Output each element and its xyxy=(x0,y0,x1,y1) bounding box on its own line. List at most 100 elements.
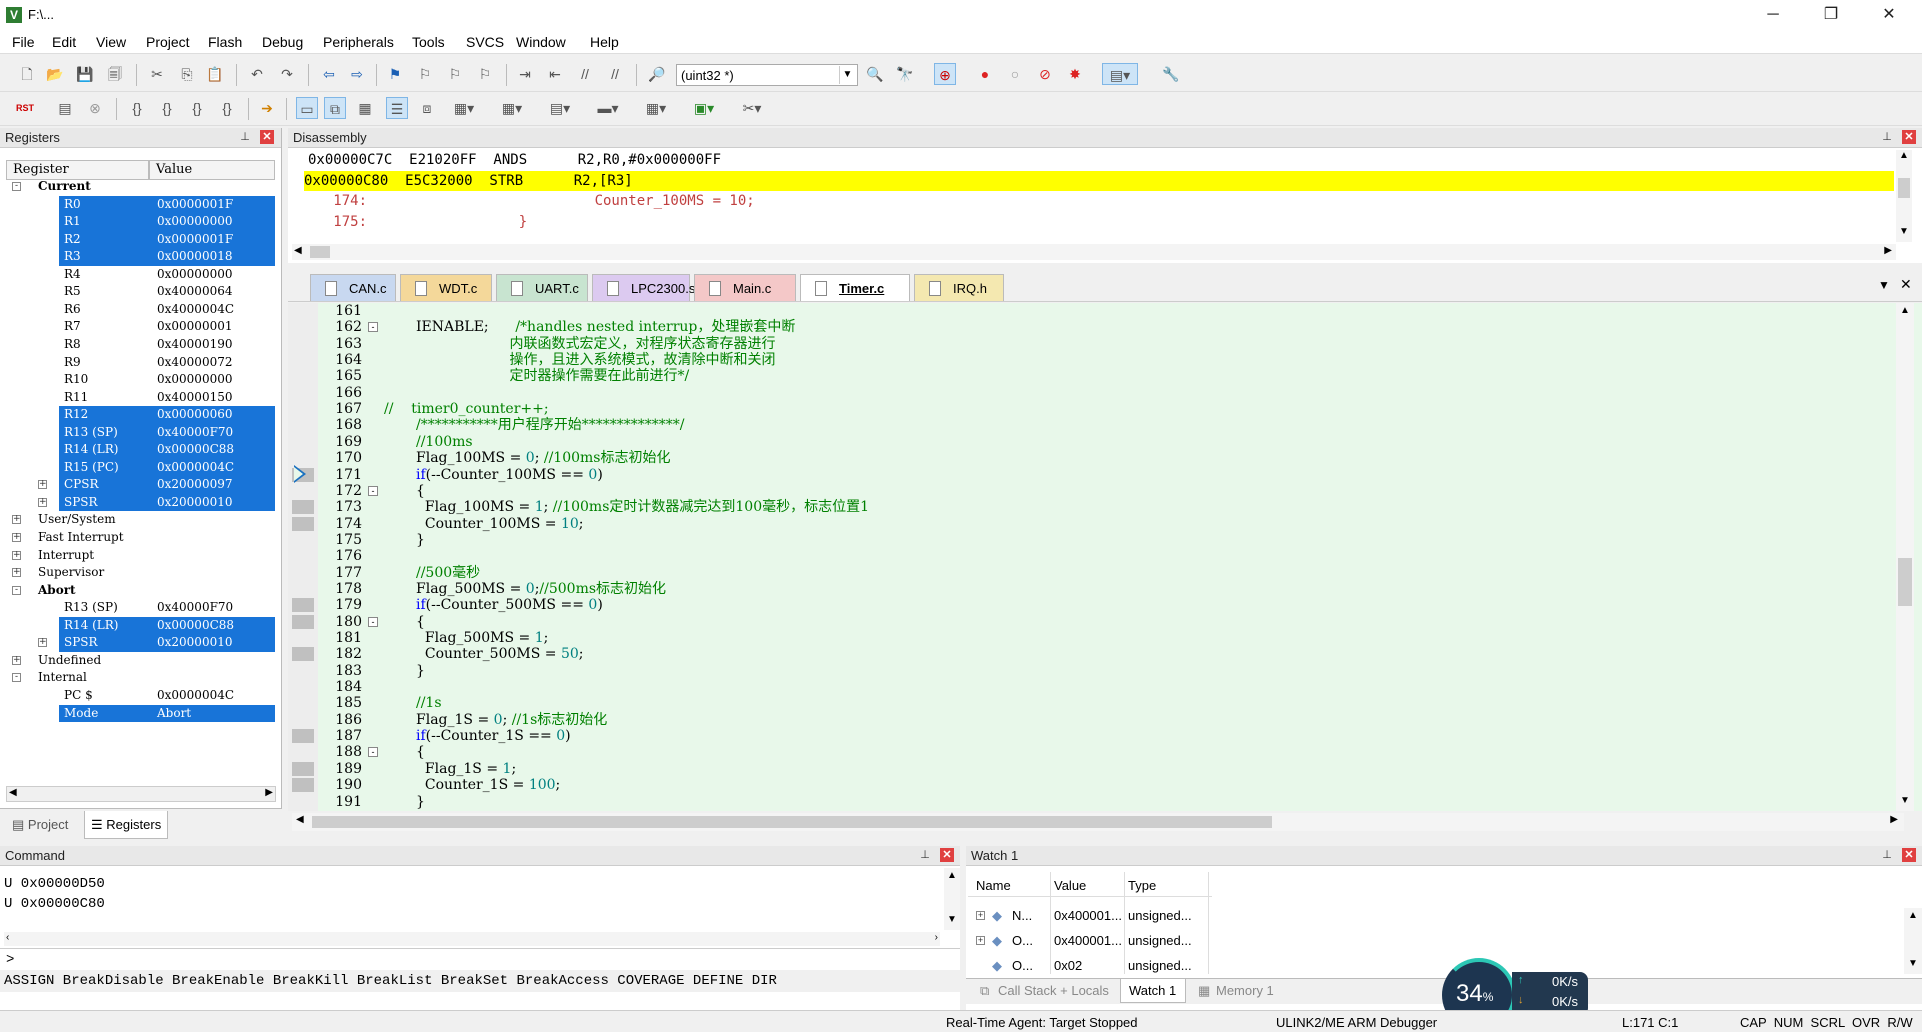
breakpoint-enable-icon[interactable]: ○ xyxy=(1004,63,1026,85)
menu-window[interactable]: Window xyxy=(516,34,566,50)
code-line[interactable]: if(--Counter_1S == 0) xyxy=(416,728,571,744)
expand-icon[interactable]: + xyxy=(38,638,47,648)
show-next-statement-icon[interactable]: ➔ xyxy=(256,97,278,119)
code-line[interactable]: Flag_500MS = 0;//500ms标志初始化 xyxy=(416,581,666,597)
code-line[interactable]: IENABLE; /*handles nested interrup，处理嵌套中… xyxy=(416,319,795,335)
register-column-header[interactable]: Register xyxy=(6,160,149,180)
close-window-button[interactable]: ✕ xyxy=(1860,0,1918,30)
register-row[interactable]: R13 (SP) 0x40000F70 xyxy=(0,599,282,617)
register-value[interactable]: 0x0000004C xyxy=(157,687,234,704)
scroll-left-icon[interactable]: ‹ xyxy=(6,932,9,943)
tab-registers[interactable]: ☰ Registers xyxy=(84,811,169,839)
scroll-right-icon[interactable]: ▶ xyxy=(265,787,273,798)
save-all-icon[interactable]: 🗐 xyxy=(104,63,126,85)
register-value[interactable]: 0x40000190 xyxy=(157,336,232,353)
tab-main-c[interactable]: Main.c xyxy=(694,274,796,301)
expand-icon[interactable]: + xyxy=(38,480,47,490)
scroll-up-icon[interactable]: ▲ xyxy=(947,870,957,881)
scroll-up-icon[interactable]: ▲ xyxy=(1900,305,1910,316)
scroll-right-icon[interactable]: ▶ xyxy=(1890,814,1898,825)
register-value[interactable]: 0x20000010 xyxy=(157,634,232,651)
register-value[interactable]: 0x0000004C xyxy=(157,459,234,476)
watch-row[interactable]: ◆ O... 0x02 unsigned... xyxy=(968,956,1208,978)
redo-icon[interactable]: ↷ xyxy=(276,63,298,85)
register-row[interactable]: R15 (PC) 0x0000004C xyxy=(0,458,282,477)
register-row[interactable]: + CPSR 0x20000097 xyxy=(0,476,282,494)
code-line[interactable]: 操作，且进入系统模式，故清除中断和关闭 xyxy=(416,352,775,368)
register-value[interactable]: 0x40000F70 xyxy=(157,424,233,441)
collapse-icon[interactable]: - xyxy=(12,673,21,683)
menu-debug[interactable]: Debug xyxy=(262,34,303,50)
watch-vscrollbar[interactable]: ▲ ▼ xyxy=(1904,908,1922,974)
maximize-button[interactable]: ❐ xyxy=(1802,0,1860,30)
bookmark-next-icon[interactable]: ⚐ xyxy=(444,63,466,85)
disassembly-line[interactable]: 175: } xyxy=(308,212,1888,232)
code-line[interactable]: { xyxy=(416,483,425,499)
menu-help[interactable]: Help xyxy=(590,34,619,50)
watch-value[interactable]: 0x400001... xyxy=(1054,933,1122,948)
menu-edit[interactable]: Edit xyxy=(52,34,76,50)
code-line[interactable]: 定时器操作需要在此前进行*/ xyxy=(416,368,689,384)
menu-peripherals[interactable]: Peripherals xyxy=(323,34,394,50)
configure-icon[interactable]: 🔧 xyxy=(1160,63,1182,85)
analysis-windows-icon[interactable]: ▬▾ xyxy=(590,97,626,119)
code-line[interactable]: } xyxy=(416,532,425,548)
register-value[interactable]: 0x40000064 xyxy=(157,283,232,300)
register-value[interactable]: 0x00000000 xyxy=(157,266,232,283)
breakpoint-kill-all-icon[interactable]: ✸ xyxy=(1064,63,1086,85)
nav-forward-icon[interactable]: ⇨ xyxy=(346,63,368,85)
register-row[interactable]: - Internal xyxy=(0,669,282,687)
watch-value[interactable]: 0x02 xyxy=(1054,958,1082,973)
menu-project[interactable]: Project xyxy=(146,34,190,50)
menu-tools[interactable]: Tools xyxy=(412,34,445,50)
register-row[interactable]: + Fast Interrupt xyxy=(0,529,282,547)
step-out-icon[interactable]: {} xyxy=(186,97,208,119)
register-row[interactable]: R0 0x0000001F xyxy=(0,195,282,214)
copy-icon[interactable]: ⎘ xyxy=(176,63,198,85)
register-row[interactable]: - Current xyxy=(0,178,282,196)
expand-icon[interactable]: + xyxy=(12,568,21,578)
register-row[interactable]: R14 (LR) 0x00000C88 xyxy=(0,441,282,459)
disassembly-hscrollbar[interactable]: ◀ ▶ xyxy=(292,244,1896,260)
undo-icon[interactable]: ↶ xyxy=(246,63,268,85)
code-line[interactable]: if(--Counter_100MS == 0) xyxy=(416,467,603,483)
tab-watch-1[interactable]: Watch 1 xyxy=(1120,979,1186,1003)
pin-icon[interactable]: ⊥ xyxy=(1880,130,1894,144)
register-value[interactable]: 0x40000150 xyxy=(157,389,232,406)
reset-icon[interactable]: RST xyxy=(14,97,36,119)
chevron-down-icon[interactable]: ▼ xyxy=(839,66,855,84)
tab-wdt-c[interactable]: WDT.c xyxy=(400,274,492,301)
register-row[interactable]: R6 0x4000004C xyxy=(0,301,282,319)
close-icon[interactable]: ✕ xyxy=(1902,848,1916,862)
stop-icon[interactable]: ⊗ xyxy=(84,97,106,119)
register-value[interactable]: 0x00000C88 xyxy=(157,617,234,634)
indent-icon[interactable]: ⇥ xyxy=(514,63,536,85)
code-line[interactable]: 内联函数式宏定义，对程序状态寄存器进行 xyxy=(416,336,775,352)
open-file-icon[interactable]: 📂 xyxy=(44,63,66,85)
code-line[interactable]: Flag_1S = 0; //1s标志初始化 xyxy=(416,712,607,728)
run-icon[interactable]: ▤ xyxy=(54,97,76,119)
code-line[interactable]: //100ms xyxy=(416,434,473,450)
editor-hscroll-thumb[interactable] xyxy=(312,816,1272,828)
register-row[interactable]: PC $ 0x0000004C xyxy=(0,687,282,705)
register-row[interactable]: R11 0x40000150 xyxy=(0,389,282,407)
code-line[interactable]: //500毫秒 xyxy=(416,565,480,581)
bookmark-clear-icon[interactable]: ⚐ xyxy=(474,63,496,85)
value-column-header[interactable]: Value xyxy=(149,160,275,180)
step-over-icon[interactable]: {} xyxy=(156,97,178,119)
tab-irq-h[interactable]: IRQ.h xyxy=(914,274,1004,301)
register-row[interactable]: R9 0x40000072 xyxy=(0,354,282,372)
register-row[interactable]: + Interrupt xyxy=(0,547,282,565)
editor-vscroll-thumb[interactable] xyxy=(1898,558,1912,606)
minimize-button[interactable]: ─ xyxy=(1744,0,1802,30)
expand-icon[interactable]: + xyxy=(38,497,47,507)
code-editor[interactable]: 161 162- IENABLE; /*handles nested interru… xyxy=(288,303,1922,811)
menu-file[interactable]: File xyxy=(12,34,35,50)
collapse-icon[interactable]: - xyxy=(12,182,21,191)
call-stack-icon[interactable]: ⧈ xyxy=(416,97,438,119)
watch-col-value[interactable]: Value xyxy=(1054,878,1086,893)
breakpoint-insert-icon[interactable]: ● xyxy=(974,63,996,85)
expand-icon[interactable]: + xyxy=(976,936,985,945)
command-vscrollbar[interactable]: ▲ ▼ xyxy=(944,868,960,930)
code-line[interactable]: { xyxy=(416,614,425,630)
